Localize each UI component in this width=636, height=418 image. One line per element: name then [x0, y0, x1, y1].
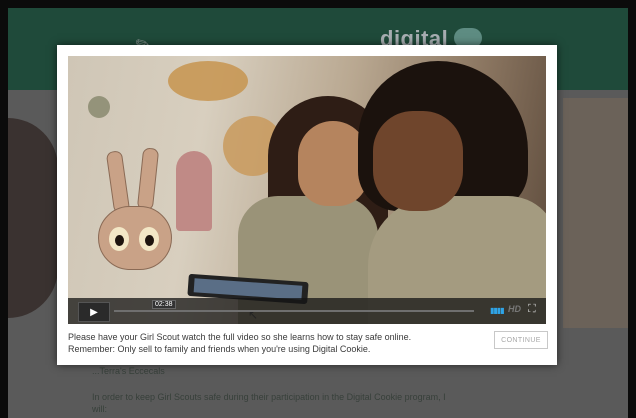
play-icon: ▶: [90, 306, 98, 318]
bunny-ear: [105, 150, 131, 214]
bunny-character: [98, 206, 172, 270]
message-line: Please have your Girl Scout watch the fu…: [68, 332, 412, 342]
time-label: 02:38: [152, 300, 176, 309]
background-text-line: ...Terra's Eccecals: [92, 366, 165, 376]
mouse-cursor-icon: ↖: [248, 308, 259, 322]
message-line: Remember: Only sell to family and friend…: [68, 344, 371, 354]
continue-button[interactable]: CONTINUE: [494, 331, 548, 349]
volume-icon[interactable]: ▮▮▮▮: [490, 306, 505, 315]
girl-right-face: [373, 111, 463, 211]
video-controls: ▶ 02:38 ▮▮▮▮ HD ⛶: [68, 298, 546, 324]
decorative-shape-left: [8, 118, 58, 318]
hd-toggle[interactable]: HD: [508, 304, 521, 314]
fullscreen-icon[interactable]: ⛶: [528, 303, 536, 316]
safety-message: Please have your Girl Scout watch the fu…: [68, 331, 478, 355]
video-player[interactable]: ▶ 02:38 ▮▮▮▮ HD ⛶: [68, 56, 546, 324]
video-modal: ▶ 02:38 ▮▮▮▮ HD ⛶ ↖ Please have your Gir…: [57, 45, 557, 365]
play-button[interactable]: ▶: [78, 302, 110, 322]
background-person: [176, 151, 212, 231]
background-text-line: In order to keep Girl Scouts safe during…: [92, 392, 446, 402]
decorative-shape-right: [563, 98, 628, 328]
bunny-ear: [136, 147, 160, 211]
wall-art: [88, 96, 110, 118]
wall-art: [168, 61, 248, 101]
progress-bar[interactable]: 02:38: [114, 300, 474, 312]
background-text-line: will:: [92, 404, 107, 414]
